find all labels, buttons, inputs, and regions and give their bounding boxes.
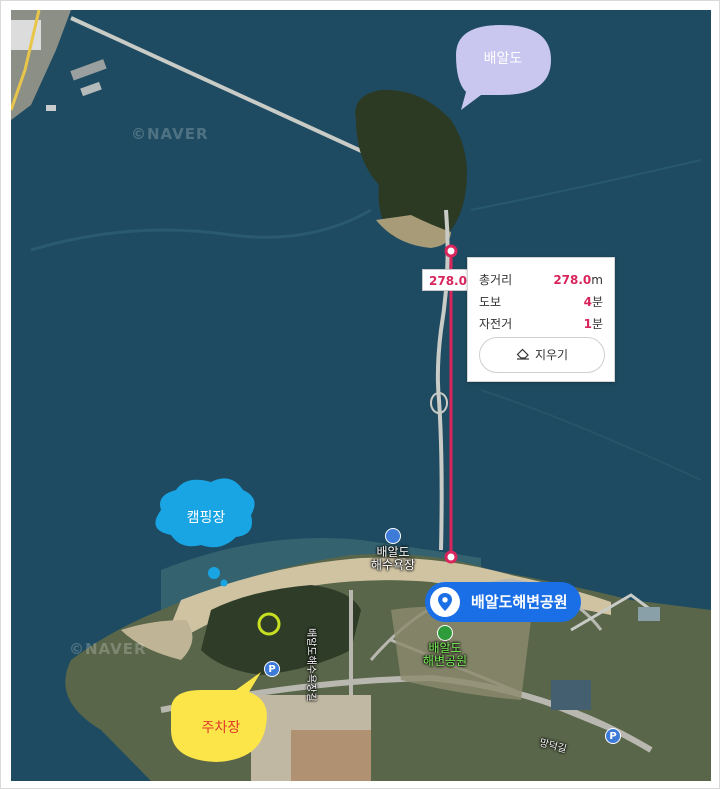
beach-label[interactable]: 배알도 해수욕장 bbox=[361, 546, 425, 572]
total-distance-label: 총거리 bbox=[479, 273, 513, 287]
total-distance-row: 총거리 278.0m bbox=[479, 271, 603, 289]
beach-icon bbox=[385, 528, 401, 544]
walk-unit: 분 bbox=[591, 295, 603, 309]
island-annotation: 배알도 bbox=[483, 51, 523, 67]
location-pin-icon bbox=[430, 587, 460, 617]
erase-button[interactable]: 지우기 bbox=[479, 337, 605, 373]
place-marker-label: 배알도해변공원 bbox=[471, 593, 568, 611]
walk-time-row: 도보 4분 bbox=[479, 293, 603, 311]
erase-button-label: 지우기 bbox=[534, 348, 569, 362]
road-label: 배알도해수욕장길 bbox=[305, 628, 316, 702]
eraser-icon bbox=[516, 348, 529, 360]
bike-label: 자전거 bbox=[479, 317, 513, 331]
park-label[interactable]: 배알도 해변공원 bbox=[413, 642, 477, 668]
map-imagery bbox=[11, 10, 711, 781]
naver-watermark: ©NAVER bbox=[131, 125, 209, 143]
parking-annotation: 주차장 bbox=[201, 720, 241, 736]
park-icon bbox=[437, 625, 453, 641]
map-frame: ©NAVER ©NAVER 배알도 캠핑장 주차장 배알도 해수욕장 배알도 해… bbox=[0, 0, 720, 789]
bike-unit: 분 bbox=[591, 317, 603, 331]
parking-icon[interactable]: P bbox=[605, 728, 621, 744]
place-marker[interactable]: 배알도해변공원 bbox=[425, 582, 581, 622]
distance-info-panel: 총거리 278.0m 도보 4분 자전거 1분 지우기 bbox=[467, 257, 615, 382]
naver-watermark: ©NAVER bbox=[69, 640, 147, 658]
bike-value: 1 bbox=[583, 317, 592, 331]
bike-time-row: 자전거 1분 bbox=[479, 315, 603, 333]
walk-value: 4 bbox=[583, 295, 592, 309]
walk-label: 도보 bbox=[479, 295, 502, 309]
parking-icon[interactable]: P bbox=[264, 661, 280, 677]
total-distance-unit: m bbox=[591, 273, 603, 287]
camping-annotation: 캠핑장 bbox=[186, 510, 226, 526]
satellite-map[interactable]: ©NAVER ©NAVER 배알도 캠핑장 주차장 배알도 해수욕장 배알도 해… bbox=[11, 10, 711, 781]
total-distance-value: 278.0 bbox=[553, 273, 592, 287]
